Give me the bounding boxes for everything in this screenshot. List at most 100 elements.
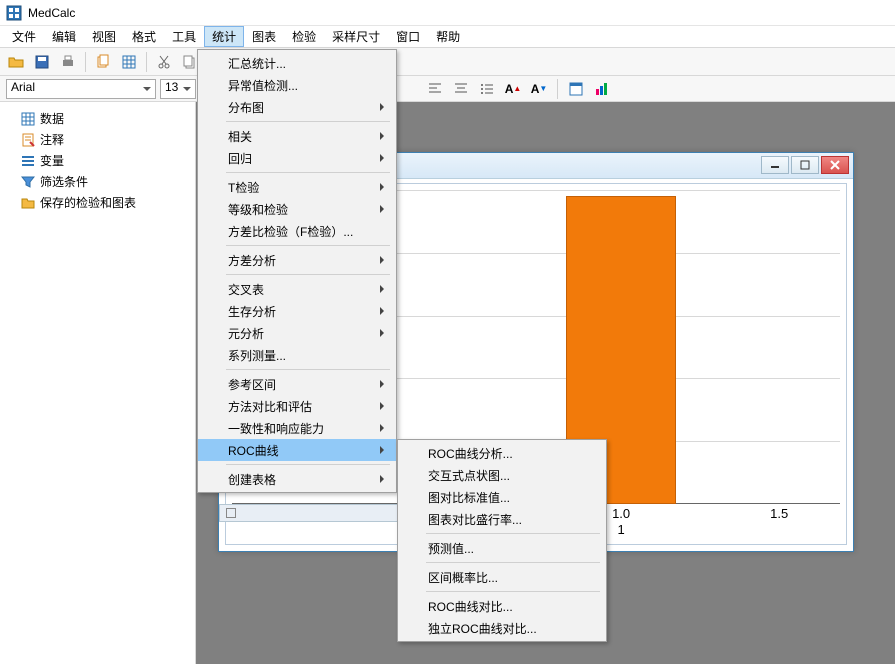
- mi-createtable[interactable]: 创建表格: [198, 468, 396, 490]
- menu-window[interactable]: 窗口: [388, 26, 428, 47]
- title-bar: MedCalc: [0, 0, 895, 26]
- mi-survival[interactable]: 生存分析: [198, 300, 396, 322]
- filter-icon: [20, 174, 36, 190]
- mi-refinterval[interactable]: 参考区间: [198, 373, 396, 395]
- mi-correlation[interactable]: 相关: [198, 125, 396, 147]
- chevron-right-icon: [380, 380, 388, 388]
- font-name-select[interactable]: Arial: [6, 79, 156, 99]
- menu-chart[interactable]: 图表: [244, 26, 284, 47]
- menu-separator: [226, 121, 390, 122]
- menu-separator: [426, 591, 600, 592]
- close-button[interactable]: [821, 156, 849, 174]
- chevron-right-icon: [380, 183, 388, 191]
- mi-rank[interactable]: 等级和检验: [198, 198, 396, 220]
- mi-ftest[interactable]: 方差比检验（F检验）...: [198, 220, 396, 242]
- print-icon[interactable]: [56, 50, 80, 74]
- mi-regression[interactable]: 回归: [198, 147, 396, 169]
- tree-data[interactable]: 数据: [4, 108, 191, 129]
- align-left-icon[interactable]: [424, 78, 446, 100]
- mi-roc-interval[interactable]: 区间概率比...: [398, 566, 606, 588]
- cut-icon[interactable]: [152, 50, 176, 74]
- mi-meta[interactable]: 元分析: [198, 322, 396, 344]
- menu-statistics[interactable]: 统计: [204, 26, 244, 47]
- mi-roc-predict[interactable]: 预测值...: [398, 537, 606, 559]
- chevron-right-icon: [380, 475, 388, 483]
- mi-crosstab[interactable]: 交叉表: [198, 278, 396, 300]
- font-decrease-icon[interactable]: A▼: [528, 78, 550, 100]
- list-icon[interactable]: [476, 78, 498, 100]
- maximize-button[interactable]: [791, 156, 819, 174]
- sheet-icon[interactable]: [565, 78, 587, 100]
- minimize-button[interactable]: [761, 156, 789, 174]
- chart-tool-icon[interactable]: [591, 78, 613, 100]
- mi-roc-analysis[interactable]: ROC曲线分析...: [398, 442, 606, 464]
- tree-filter[interactable]: 筛选条件: [4, 171, 191, 192]
- chevron-right-icon: [380, 205, 388, 213]
- tree-saved[interactable]: 保存的检验和图表: [4, 192, 191, 213]
- restore-icon[interactable]: [226, 508, 236, 518]
- chevron-right-icon: [380, 402, 388, 410]
- sidebar: 数据 注释 变量 筛选条件 保存的检验和图表: [0, 102, 196, 664]
- menu-format[interactable]: 格式: [124, 26, 164, 47]
- tree-label: 保存的检验和图表: [40, 194, 136, 211]
- mi-roc[interactable]: ROC曲线: [198, 439, 396, 461]
- mi-agreement[interactable]: 一致性和响应能力: [198, 417, 396, 439]
- toolbar: [0, 48, 895, 76]
- align-center-icon[interactable]: [450, 78, 472, 100]
- table-icon[interactable]: [117, 50, 141, 74]
- menu-samplesize[interactable]: 采样尺寸: [324, 26, 388, 47]
- menu-view[interactable]: 视图: [84, 26, 124, 47]
- tree-label: 筛选条件: [40, 173, 88, 190]
- mi-roc-criterion[interactable]: 图对比标准值...: [398, 486, 606, 508]
- chevron-right-icon: [380, 256, 388, 264]
- mi-methodcomp[interactable]: 方法对比和评估: [198, 395, 396, 417]
- menu-tools[interactable]: 工具: [164, 26, 204, 47]
- tree-label: 变量: [40, 152, 64, 169]
- chevron-right-icon: [380, 285, 388, 293]
- menu-separator: [426, 533, 600, 534]
- tree-variables[interactable]: 变量: [4, 150, 191, 171]
- toolbar-separator: [557, 79, 558, 99]
- menu-separator: [226, 369, 390, 370]
- mi-roc-compare[interactable]: ROC曲线对比...: [398, 595, 606, 617]
- mi-outlier[interactable]: 异常值检测...: [198, 74, 396, 96]
- xtick-sublabel: 1: [601, 522, 641, 537]
- chevron-right-icon: [380, 154, 388, 162]
- tree-label: 注释: [40, 131, 64, 148]
- var-icon: [20, 153, 36, 169]
- chevron-right-icon: [380, 446, 388, 454]
- mi-ttest[interactable]: T检验: [198, 176, 396, 198]
- mi-summary[interactable]: 汇总统计...: [198, 52, 396, 74]
- mi-serial[interactable]: 系列测量...: [198, 344, 396, 366]
- xtick-label: 1.5: [759, 506, 799, 521]
- mi-anova[interactable]: 方差分析: [198, 249, 396, 271]
- app-icon: [6, 5, 22, 21]
- chevron-right-icon: [380, 132, 388, 140]
- mi-roc-prevalence[interactable]: 图表对比盛行率...: [398, 508, 606, 530]
- font-name-value: Arial: [11, 80, 35, 94]
- menu-separator: [226, 172, 390, 173]
- open-icon[interactable]: [4, 50, 28, 74]
- save-icon[interactable]: [30, 50, 54, 74]
- menu-edit[interactable]: 编辑: [44, 26, 84, 47]
- menu-separator: [426, 562, 600, 563]
- menu-help[interactable]: 帮助: [428, 26, 468, 47]
- document-tab-strip[interactable]: [219, 504, 399, 522]
- note-icon: [20, 132, 36, 148]
- menu-bar: 文件 编辑 视图 格式 工具 统计 图表 检验 采样尺寸 窗口 帮助: [0, 26, 895, 48]
- chevron-right-icon: [380, 103, 388, 111]
- font-toolbar: Arial 13 A▲ A▼: [0, 76, 895, 102]
- menu-test[interactable]: 检验: [284, 26, 324, 47]
- mi-distribution[interactable]: 分布图: [198, 96, 396, 118]
- xtick-label: 1.0: [601, 506, 641, 521]
- menu-file[interactable]: 文件: [4, 26, 44, 47]
- font-size-value: 13: [165, 80, 178, 94]
- folder-icon: [20, 195, 36, 211]
- tree-notes[interactable]: 注释: [4, 129, 191, 150]
- mi-roc-indepcompare[interactable]: 独立ROC曲线对比...: [398, 617, 606, 639]
- font-increase-icon[interactable]: A▲: [502, 78, 524, 100]
- font-size-select[interactable]: 13: [160, 79, 196, 99]
- mi-roc-dotplot[interactable]: 交互式点状图...: [398, 464, 606, 486]
- chevron-right-icon: [380, 329, 388, 337]
- copy-icon[interactable]: [91, 50, 115, 74]
